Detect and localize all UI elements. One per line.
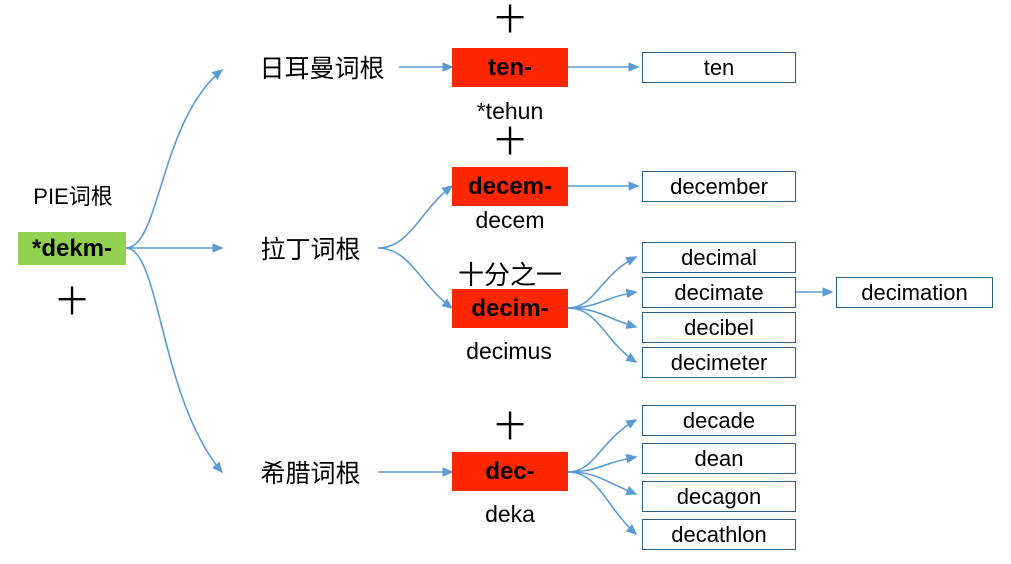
germanic-subtext: *tehun xyxy=(476,97,544,124)
branch-term-decem[interactable]: decem- xyxy=(452,167,568,206)
branch-label-germanic: 日耳曼词根 xyxy=(259,55,385,83)
branch-term-decim[interactable]: decim- xyxy=(452,289,568,328)
greek-subtext: deka xyxy=(485,500,535,527)
output-box-decibel[interactable]: decibel xyxy=(642,312,796,343)
output-box-ten[interactable]: ten xyxy=(642,52,796,83)
greek-plus-glyph: 十 xyxy=(495,411,525,444)
output-box-decagon[interactable]: decagon xyxy=(642,481,796,512)
branch-label-latin: 拉丁词根 xyxy=(260,236,361,264)
root-plus-glyph: 十 xyxy=(57,286,87,319)
branch-term-greek[interactable]: dec- xyxy=(452,452,568,491)
germanic-plus-glyph: 十 xyxy=(495,4,525,37)
latin-decim-plus-glyph: 十分之一 xyxy=(457,259,562,290)
decem-subtext: decem xyxy=(475,206,545,233)
root-term-box[interactable]: *dekm- xyxy=(18,232,126,265)
output-box-decade[interactable]: decade xyxy=(642,405,796,436)
output-box-decimate[interactable]: decimate xyxy=(642,277,796,308)
output-box-decathlon[interactable]: decathlon xyxy=(642,519,796,550)
output-box-decimation[interactable]: decimation xyxy=(836,277,993,308)
output-box-decimeter[interactable]: decimeter xyxy=(642,347,796,378)
output-box-dean[interactable]: dean xyxy=(642,443,796,474)
latin-decem-plus-glyph: 十 xyxy=(495,126,525,159)
diagram-canvas: PIE词根 *dekm- 十 日耳曼词根 十 ten- *tehun ten 拉… xyxy=(0,0,1011,564)
branch-label-greek: 希腊词根 xyxy=(260,460,361,488)
branch-term-germanic[interactable]: ten- xyxy=(452,48,568,87)
output-box-decimal[interactable]: decimal xyxy=(642,242,796,273)
decim-subtext: decimus xyxy=(466,337,552,364)
output-box-december[interactable]: december xyxy=(642,171,796,202)
root-label: PIE词根 xyxy=(33,184,113,209)
